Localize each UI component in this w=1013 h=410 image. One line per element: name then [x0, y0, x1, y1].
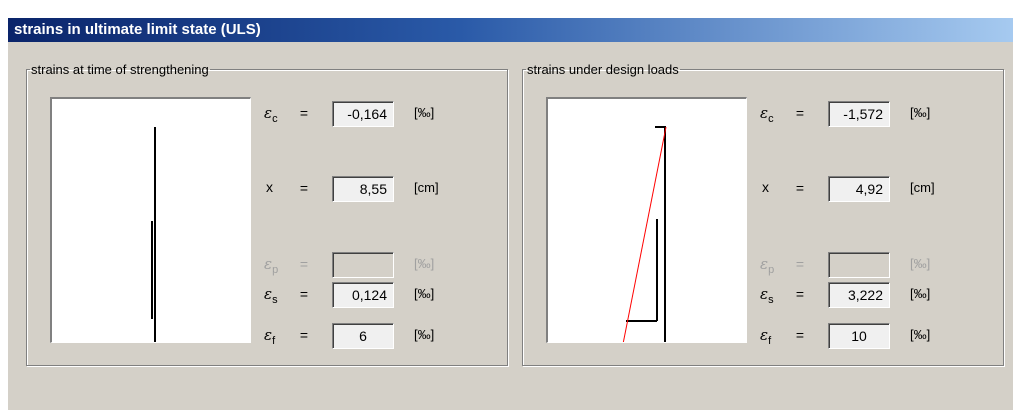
window-title: strains in ultimate limit state (ULS) — [8, 18, 1013, 42]
strengthening-strains-legend: strains at time of strengthening — [31, 62, 209, 77]
resultant-strain-line — [622, 126, 667, 342]
eps-c-unit: [‰] — [910, 105, 931, 120]
x-symbol: x — [762, 179, 769, 195]
eps-f-equals: = — [795, 327, 805, 343]
eps-c-field[interactable]: -0,164 — [332, 101, 394, 127]
eps-p-symbol: εp — [760, 255, 775, 276]
eps-f-unit: [‰] — [910, 327, 931, 342]
eps-f-unit: [‰] — [414, 327, 435, 342]
eps-f-field[interactable]: 10 — [828, 323, 890, 349]
eps-s-symbol: εs — [760, 285, 774, 306]
eps-c-equals: = — [299, 105, 309, 121]
eps-p-field — [828, 252, 890, 278]
x-unit: [cm] — [414, 180, 439, 195]
eps-s-unit: [‰] — [910, 286, 931, 301]
client-area: strains at time of strengthening εc = -0… — [8, 42, 1013, 410]
app-window: strains in ultimate limit state (ULS) st… — [0, 0, 1013, 410]
design-loads-strains-group: strains under design loads εc = -1,572 [… — [522, 62, 1004, 366]
eps-s-equals: = — [795, 286, 805, 302]
x-symbol: x — [266, 179, 273, 195]
x-equals: = — [299, 180, 309, 196]
eps-c-symbol: εc — [264, 104, 278, 125]
design-strain-svg — [622, 126, 667, 342]
eps-p-equals: = — [299, 256, 309, 272]
eps-p-equals: = — [795, 256, 805, 272]
eps-s-equals: = — [299, 286, 309, 302]
eps-p-symbol: εp — [264, 255, 279, 276]
strengthening-strain-diagram — [50, 97, 251, 343]
eps-s-symbol: εs — [264, 285, 278, 306]
x-field[interactable]: 4,92 — [828, 176, 890, 202]
strengthening-strain-svg — [151, 127, 156, 342]
eps-f-symbol: εf — [264, 326, 276, 347]
eps-p-unit: [‰] — [910, 256, 931, 271]
eps-f-symbol: εf — [760, 326, 772, 347]
design-loads-strains-legend: strains under design loads — [527, 62, 679, 77]
eps-f-field[interactable]: 6 — [332, 323, 394, 349]
eps-p-unit: [‰] — [414, 256, 435, 271]
eps-c-equals: = — [795, 105, 805, 121]
design-strain-diagram — [546, 97, 747, 343]
eps-s-field[interactable]: 0,124 — [332, 282, 394, 308]
eps-p-field — [332, 252, 394, 278]
x-field[interactable]: 8,55 — [332, 176, 394, 202]
eps-c-symbol: εc — [760, 104, 774, 125]
eps-c-unit: [‰] — [414, 105, 435, 120]
eps-c-field[interactable]: -1,572 — [828, 101, 890, 127]
eps-s-unit: [‰] — [414, 286, 435, 301]
strengthening-strains-group: strains at time of strengthening εc = -0… — [26, 62, 508, 366]
eps-f-equals: = — [299, 327, 309, 343]
eps-s-field[interactable]: 3,222 — [828, 282, 890, 308]
x-equals: = — [795, 180, 805, 196]
x-unit: [cm] — [910, 180, 935, 195]
